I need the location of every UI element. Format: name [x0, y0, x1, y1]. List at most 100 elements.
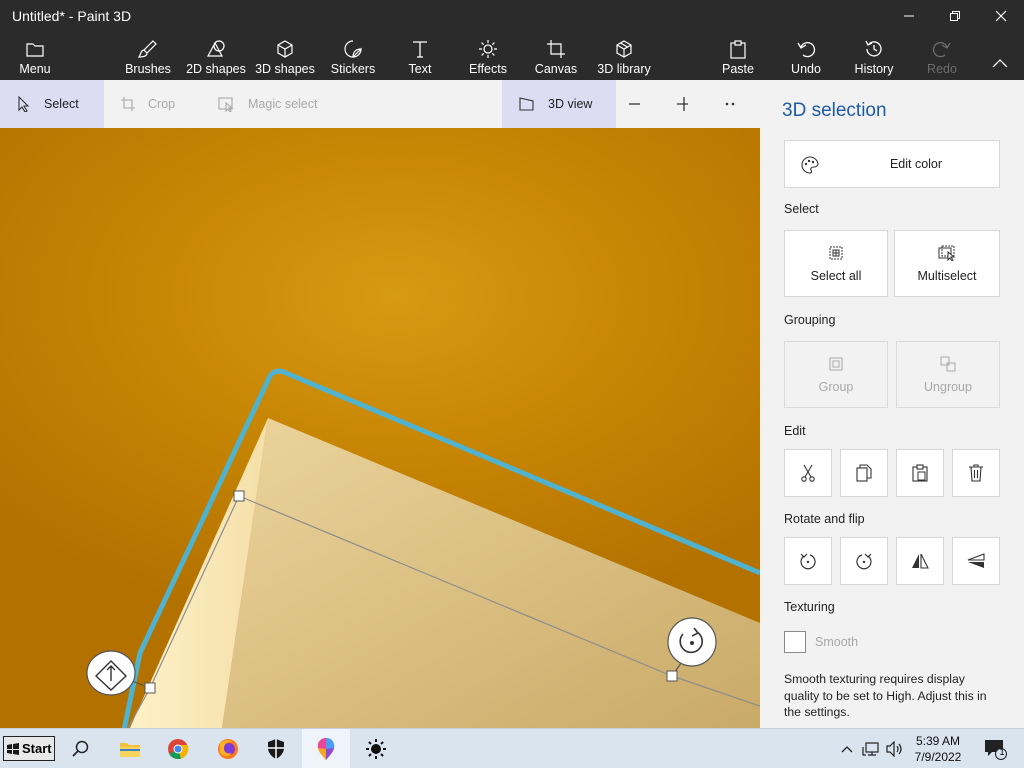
- paste-panel-button[interactable]: [896, 449, 944, 497]
- menu-button[interactable]: Menu: [14, 32, 56, 80]
- 3d-scene[interactable]: [0, 128, 760, 728]
- zoom-out-button[interactable]: [628, 80, 652, 128]
- redo-button[interactable]: Redo: [922, 32, 962, 80]
- group-button[interactable]: Group: [784, 341, 888, 408]
- crop-icon: [121, 97, 135, 111]
- grouping-section-label: Grouping: [784, 313, 836, 327]
- restore-icon: [950, 11, 960, 21]
- search-button[interactable]: [62, 729, 98, 768]
- bounding-box-handle[interactable]: [233, 490, 245, 502]
- folder-icon: [26, 43, 44, 57]
- tool-text[interactable]: Text: [400, 32, 440, 80]
- flip-horizontal-button[interactable]: [896, 537, 944, 585]
- group-icon: [829, 357, 843, 370]
- cube-front-face[interactable]: [222, 418, 760, 728]
- canvas-area[interactable]: [0, 128, 760, 728]
- ribbon: Menu Brushes 2D shapes 3D shapes Sticker…: [0, 32, 1024, 80]
- clock-date: 7/9/2022: [914, 750, 962, 764]
- paste-button[interactable]: Paste: [718, 32, 758, 80]
- tool-brushes[interactable]: Brushes: [122, 32, 174, 80]
- multiselect-icon: [938, 245, 956, 261]
- system-clock[interactable]: 5:39 AM 7/9/2022: [905, 733, 971, 765]
- show-hidden-icons-button[interactable]: [838, 729, 856, 768]
- volume-control[interactable]: [884, 729, 906, 768]
- close-button[interactable]: [978, 0, 1024, 32]
- delete-button[interactable]: [952, 449, 1000, 497]
- rotate-right-icon: [856, 553, 872, 570]
- redo-icon: [932, 41, 951, 58]
- flip-vertical-button[interactable]: [952, 537, 1000, 585]
- tool-3d-library[interactable]: 3D library: [594, 32, 654, 80]
- magic-select-tool[interactable]: Magic select: [200, 80, 336, 128]
- magic-select-icon: [218, 97, 234, 112]
- 3d-library-icon: [616, 40, 632, 58]
- canvas-icon: [547, 40, 565, 58]
- windows-logo-icon: [7, 742, 19, 755]
- multiselect-button[interactable]: Multiselect: [894, 230, 1000, 297]
- undo-button[interactable]: Undo: [786, 32, 826, 80]
- 3d-selection-panel: 3D selection Edit color Select Select al…: [760, 80, 1024, 728]
- 3d-shapes-icon: [277, 40, 293, 58]
- minus-icon: [629, 103, 640, 105]
- more-icon: [725, 102, 735, 106]
- taskbar-paint3d[interactable]: [302, 729, 350, 768]
- rotate-handle[interactable]: [667, 617, 717, 667]
- rotate-left-icon: [800, 553, 816, 570]
- minimize-button[interactable]: [886, 0, 932, 32]
- stickers-icon: [344, 40, 362, 58]
- copy-button[interactable]: [840, 449, 888, 497]
- undo-icon: [797, 41, 816, 58]
- edit-section-label: Edit: [784, 424, 806, 438]
- taskbar-security[interactable]: [254, 729, 298, 768]
- collapse-ribbon-button[interactable]: [986, 32, 1014, 80]
- tool-stickers[interactable]: Stickers: [328, 32, 378, 80]
- tool-effects[interactable]: Effects: [466, 32, 510, 80]
- file-explorer-icon: [120, 743, 140, 757]
- tool-2d-shapes[interactable]: 2D shapes: [186, 32, 246, 80]
- network-status[interactable]: [860, 729, 882, 768]
- select-all-icon: [829, 246, 843, 259]
- select-section-label: Select: [784, 202, 819, 216]
- select-all-button[interactable]: Select all: [784, 230, 888, 297]
- notification-center-button[interactable]: 1: [978, 729, 1012, 768]
- taskbar-brightness-app[interactable]: [354, 729, 398, 768]
- text-icon: [413, 41, 427, 58]
- rotate-right-button[interactable]: [840, 537, 888, 585]
- rotate-left-button[interactable]: [784, 537, 832, 585]
- taskbar-chrome[interactable]: [156, 729, 200, 768]
- bounding-box-handle[interactable]: [144, 682, 156, 694]
- cursor-icon: [18, 96, 30, 112]
- crop-tool[interactable]: Crop: [104, 80, 200, 128]
- restore-button[interactable]: [932, 0, 978, 32]
- network-icon: [862, 742, 879, 756]
- firefox-icon: [218, 739, 238, 759]
- zoom-in-button[interactable]: [676, 80, 700, 128]
- bounding-box-handle[interactable]: [666, 670, 678, 682]
- smooth-checkbox[interactable]: [784, 631, 806, 653]
- selection-toolbar: Select Crop Magic select 3D view: [0, 80, 760, 128]
- paint3d-icon: [317, 738, 335, 760]
- more-options-button[interactable]: [724, 80, 748, 128]
- tool-canvas[interactable]: Canvas: [532, 32, 580, 80]
- ungroup-button[interactable]: Ungroup: [896, 341, 1000, 408]
- depth-handle[interactable]: [86, 650, 136, 696]
- taskbar-firefox[interactable]: [206, 729, 250, 768]
- volume-icon: [886, 741, 902, 757]
- panel-title: 3D selection: [782, 100, 887, 121]
- title-bar: Untitled* - Paint 3D: [0, 0, 1024, 32]
- history-button[interactable]: History: [852, 32, 896, 80]
- cut-button[interactable]: [784, 449, 832, 497]
- trash-icon: [969, 464, 983, 482]
- edit-color-button[interactable]: Edit color: [784, 140, 1000, 188]
- taskbar-file-explorer[interactable]: [108, 729, 152, 768]
- smooth-note: Smooth texturing requires display qualit…: [784, 672, 987, 719]
- tool-3d-shapes[interactable]: 3D shapes: [254, 32, 316, 80]
- flip-vertical-icon: [967, 553, 985, 568]
- start-button[interactable]: Start: [3, 736, 55, 761]
- palette-icon: [801, 156, 819, 174]
- select-tool[interactable]: Select: [0, 80, 104, 128]
- 3d-view-toggle[interactable]: 3D view: [502, 80, 616, 128]
- taskbar: Start 5:39 AM 7/9/2022 1: [0, 728, 1024, 768]
- smooth-label: Smooth: [815, 635, 859, 649]
- effects-icon: [479, 40, 497, 58]
